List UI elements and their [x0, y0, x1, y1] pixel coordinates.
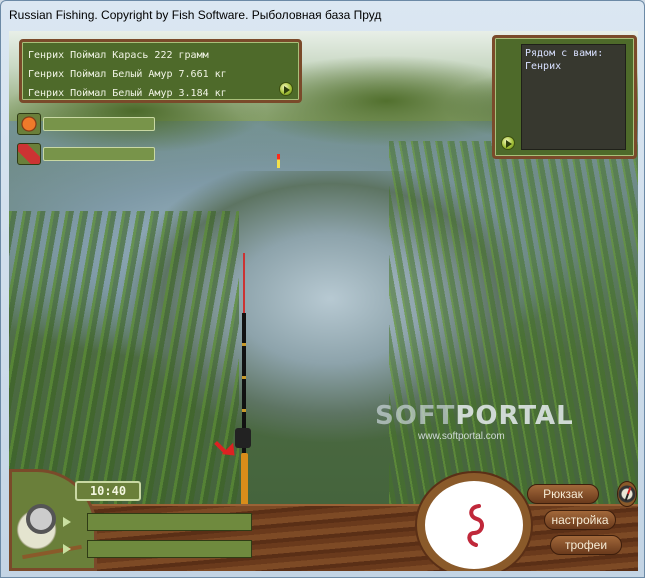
- fishing-float: [277, 154, 280, 168]
- game-clock: 10:40: [75, 481, 141, 501]
- app-window: Russian Fishing. Copyright by Fish Softw…: [0, 0, 645, 578]
- nearby-send-icon[interactable]: [501, 136, 515, 150]
- rod-reel: [235, 428, 251, 448]
- line-tension-meter: [87, 513, 252, 531]
- watermark: SOFTPORTAL www.softportal.com: [375, 401, 574, 442]
- tension-arrow-icon: [63, 517, 71, 527]
- arrow-pointer-icon: [217, 441, 235, 459]
- bait-bar: [43, 117, 155, 131]
- watermark-logo: SOFTPORTAL: [375, 401, 574, 431]
- rod-tip: [243, 253, 245, 313]
- rod-handle: [241, 453, 248, 507]
- nearby-players-text: Рядом с вами: Генрих: [525, 48, 604, 72]
- groundbait-status: [17, 143, 155, 165]
- rod-icon[interactable]: [22, 544, 82, 560]
- chat-line: Генрих Поймал Белый Амур 3.184 кг: [28, 88, 227, 99]
- chat-line: Генрих Поймал Белый Амур 7.661 кг: [28, 69, 227, 80]
- compass-icon: [617, 481, 637, 507]
- trophies-button[interactable]: трофеи: [550, 535, 622, 555]
- groundbait-icon[interactable]: [17, 143, 41, 165]
- backpack-button[interactable]: Рюкзак: [527, 484, 599, 504]
- watermark-url: www.softportal.com: [418, 431, 505, 442]
- chat-send-icon[interactable]: [279, 82, 293, 96]
- chat-line: Генрих Поймал Карась 222 грамм: [28, 50, 209, 61]
- nearby-players-panel: Рядом с вами: Генрих: [492, 35, 637, 159]
- fishing-rod[interactable]: [235, 253, 251, 507]
- settings-button[interactable]: настройка: [544, 510, 616, 530]
- compass-needle: [624, 487, 632, 501]
- worm-icon: [465, 503, 487, 549]
- nearby-players-list: Рядом с вами: Генрих: [521, 44, 626, 150]
- groundbait-bar: [43, 147, 155, 161]
- reel-icon[interactable]: [26, 504, 56, 534]
- bait-icon[interactable]: [17, 113, 41, 135]
- depth-arrow-icon: [63, 544, 71, 554]
- chat-log-panel: Генрих Поймал Карась 222 грамм Генрих По…: [19, 39, 302, 103]
- current-bait-display[interactable]: [417, 473, 531, 571]
- window-title: Russian Fishing. Copyright by Fish Softw…: [9, 8, 382, 22]
- bait-status: [17, 113, 155, 135]
- game-viewport[interactable]: Генрих Поймал Карась 222 грамм Генрих По…: [9, 31, 638, 571]
- depth-meter: [87, 540, 252, 558]
